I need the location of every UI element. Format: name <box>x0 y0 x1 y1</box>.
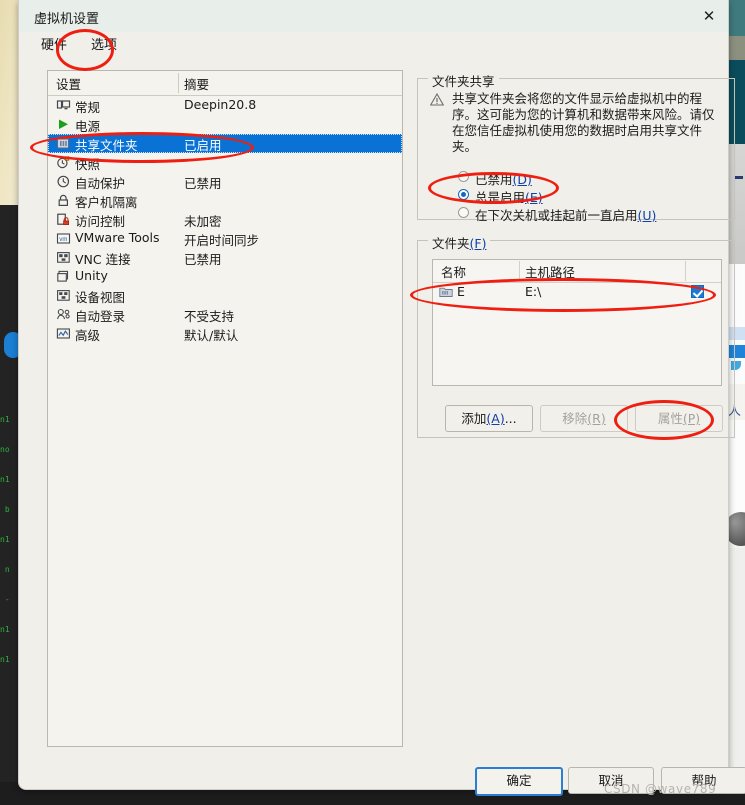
settings-row-label: VNC 连接 <box>75 252 131 267</box>
column-header-summary: 摘要 <box>184 77 210 92</box>
auto-login-icon <box>56 307 71 322</box>
settings-row-label: 快照 <box>75 157 101 172</box>
settings-row-summary: 未加密 <box>184 214 222 229</box>
warning-text: 共享文件夹会将您的文件显示给虚拟机中的程序。这可能为您的计算机和数据带来风险。请… <box>452 91 715 154</box>
settings-row-label: 共享文件夹 <box>75 138 138 153</box>
vnc-icon <box>56 250 71 265</box>
folder-host-path: E:\ <box>525 284 542 299</box>
settings-row-summary: 默认/默认 <box>184 328 239 343</box>
folders-legend: 文件夹(F) <box>428 233 491 252</box>
advanced-icon <box>56 326 71 341</box>
folder-name: E <box>457 284 465 299</box>
play-icon <box>56 117 71 132</box>
radio-dot <box>458 171 469 182</box>
settings-row-summary: 已禁用 <box>184 176 222 191</box>
column-divider <box>178 73 179 93</box>
virtual-machine-settings-dialog: 虚拟机设置 ✕ 硬件 选项 设置 摘要 常规 Deepin20.8 电源 共享文… <box>18 0 745 796</box>
settings-row-unity[interactable]: Unity <box>48 267 402 286</box>
folder-properties-button[interactable]: 属性(P) <box>635 405 723 432</box>
monitor-icon <box>56 98 71 113</box>
settings-row-label: 自动保护 <box>75 176 126 191</box>
add-folder-button[interactable]: 添加(A)... <box>445 405 533 432</box>
column-header-host-path: 主机路径 <box>525 265 576 280</box>
ok-button[interactable]: 确定 <box>475 767 563 796</box>
dialog-titlebar: 虚拟机设置 ✕ <box>19 0 728 33</box>
access-lock-icon <box>56 212 71 227</box>
unity-icon <box>56 269 71 284</box>
settings-list-header: 设置 摘要 <box>48 71 402 96</box>
column-header-setting: 设置 <box>56 77 82 92</box>
settings-row-label: 自动登录 <box>75 309 126 324</box>
settings-row-guest-isolation[interactable]: 客户机隔离 <box>48 191 402 210</box>
settings-row-general[interactable]: 常规 Deepin20.8 <box>48 96 402 115</box>
settings-row-advanced[interactable]: 高级 默认/默认 <box>48 324 402 343</box>
tab-strip: 硬件 选项 <box>19 32 728 60</box>
close-icon[interactable]: ✕ <box>696 4 722 28</box>
background-window-olive <box>727 36 745 60</box>
tab-hardware[interactable]: 硬件 <box>31 35 77 57</box>
radio-label: 在下次关机或挂起前一直启用(U) <box>475 208 657 223</box>
folders-listview[interactable]: 名称 主机路径 E E:\ <box>432 259 722 386</box>
remove-folder-button[interactable]: 移除(R) <box>540 405 628 432</box>
folder-icon <box>439 285 453 298</box>
settings-row-shared-folders[interactable]: 共享文件夹 已启用 <box>48 134 402 153</box>
dialog-title: 虚拟机设置 <box>34 12 100 27</box>
vm-tools-icon: vm <box>56 231 71 246</box>
settings-row-label: 电源 <box>75 119 101 134</box>
settings-row-label: 高级 <box>75 328 101 343</box>
settings-row-snapshot[interactable]: 快照 <box>48 153 402 172</box>
settings-row-auto-login[interactable]: 自动登录 不受支持 <box>48 305 402 324</box>
folder-sharing-groupbox: 文件夹共享 共享文件夹会将您的文件显示给虚拟机中的程序。这可能为您的计算机和数据… <box>417 71 735 223</box>
lock-icon <box>56 193 71 208</box>
settings-row-summary: 不受支持 <box>184 309 235 324</box>
clock-icon <box>56 174 71 189</box>
csdn-watermark: CSDN @wave789 <box>604 782 717 796</box>
radio-label: 已禁用(D) <box>475 172 532 187</box>
column-divider <box>685 261 686 281</box>
settings-row-summary: 已启用 <box>184 138 222 153</box>
radio-label: 总是启用(E) <box>475 190 543 205</box>
folders-list-row[interactable]: E E:\ <box>433 283 721 301</box>
settings-row-summary: Deepin20.8 <box>184 97 257 112</box>
settings-row-label: 设备视图 <box>75 290 126 305</box>
folders-list-header: 名称 主机路径 <box>433 260 721 283</box>
column-divider <box>519 261 520 281</box>
settings-row-power[interactable]: 电源 <box>48 115 402 134</box>
settings-row-autoprotect[interactable]: 自动保护 已禁用 <box>48 172 402 191</box>
shared-folder-icon <box>56 136 71 151</box>
svg-text:vm: vm <box>59 237 67 243</box>
settings-row-label: Unity <box>75 268 108 283</box>
radio-dot <box>458 207 469 218</box>
settings-row-label: VMware Tools <box>75 230 160 245</box>
folder-enabled-checkbox[interactable] <box>691 285 704 298</box>
settings-row-label: 客户机隔离 <box>75 195 138 210</box>
settings-row-access-control[interactable]: 访问控制 未加密 <box>48 210 402 229</box>
warning-triangle-icon <box>429 92 445 106</box>
settings-row-vnc[interactable]: VNC 连接 已禁用 <box>48 248 402 267</box>
column-header-name: 名称 <box>441 265 467 280</box>
background-window-line <box>734 176 743 179</box>
settings-row-label: 访问控制 <box>75 214 126 229</box>
settings-row-label: 常规 <box>75 100 101 115</box>
tab-options[interactable]: 选项 <box>81 35 127 57</box>
radio-dot <box>458 189 469 200</box>
device-view-icon <box>56 288 71 303</box>
background-window-teal <box>727 0 745 36</box>
settings-row-vmware-tools[interactable]: vm VMware Tools 开启时间同步 <box>48 229 402 248</box>
settings-row-summary: 已禁用 <box>184 252 222 267</box>
folder-sharing-legend: 文件夹共享 <box>428 71 499 90</box>
settings-list-panel: 设置 摘要 常规 Deepin20.8 电源 共享文件夹 已启用 快照 自动保护… <box>47 70 403 747</box>
snapshot-clock-icon <box>56 155 71 170</box>
settings-row-device-view[interactable]: 设备视图 <box>48 286 402 305</box>
settings-row-summary: 开启时间同步 <box>184 233 260 248</box>
